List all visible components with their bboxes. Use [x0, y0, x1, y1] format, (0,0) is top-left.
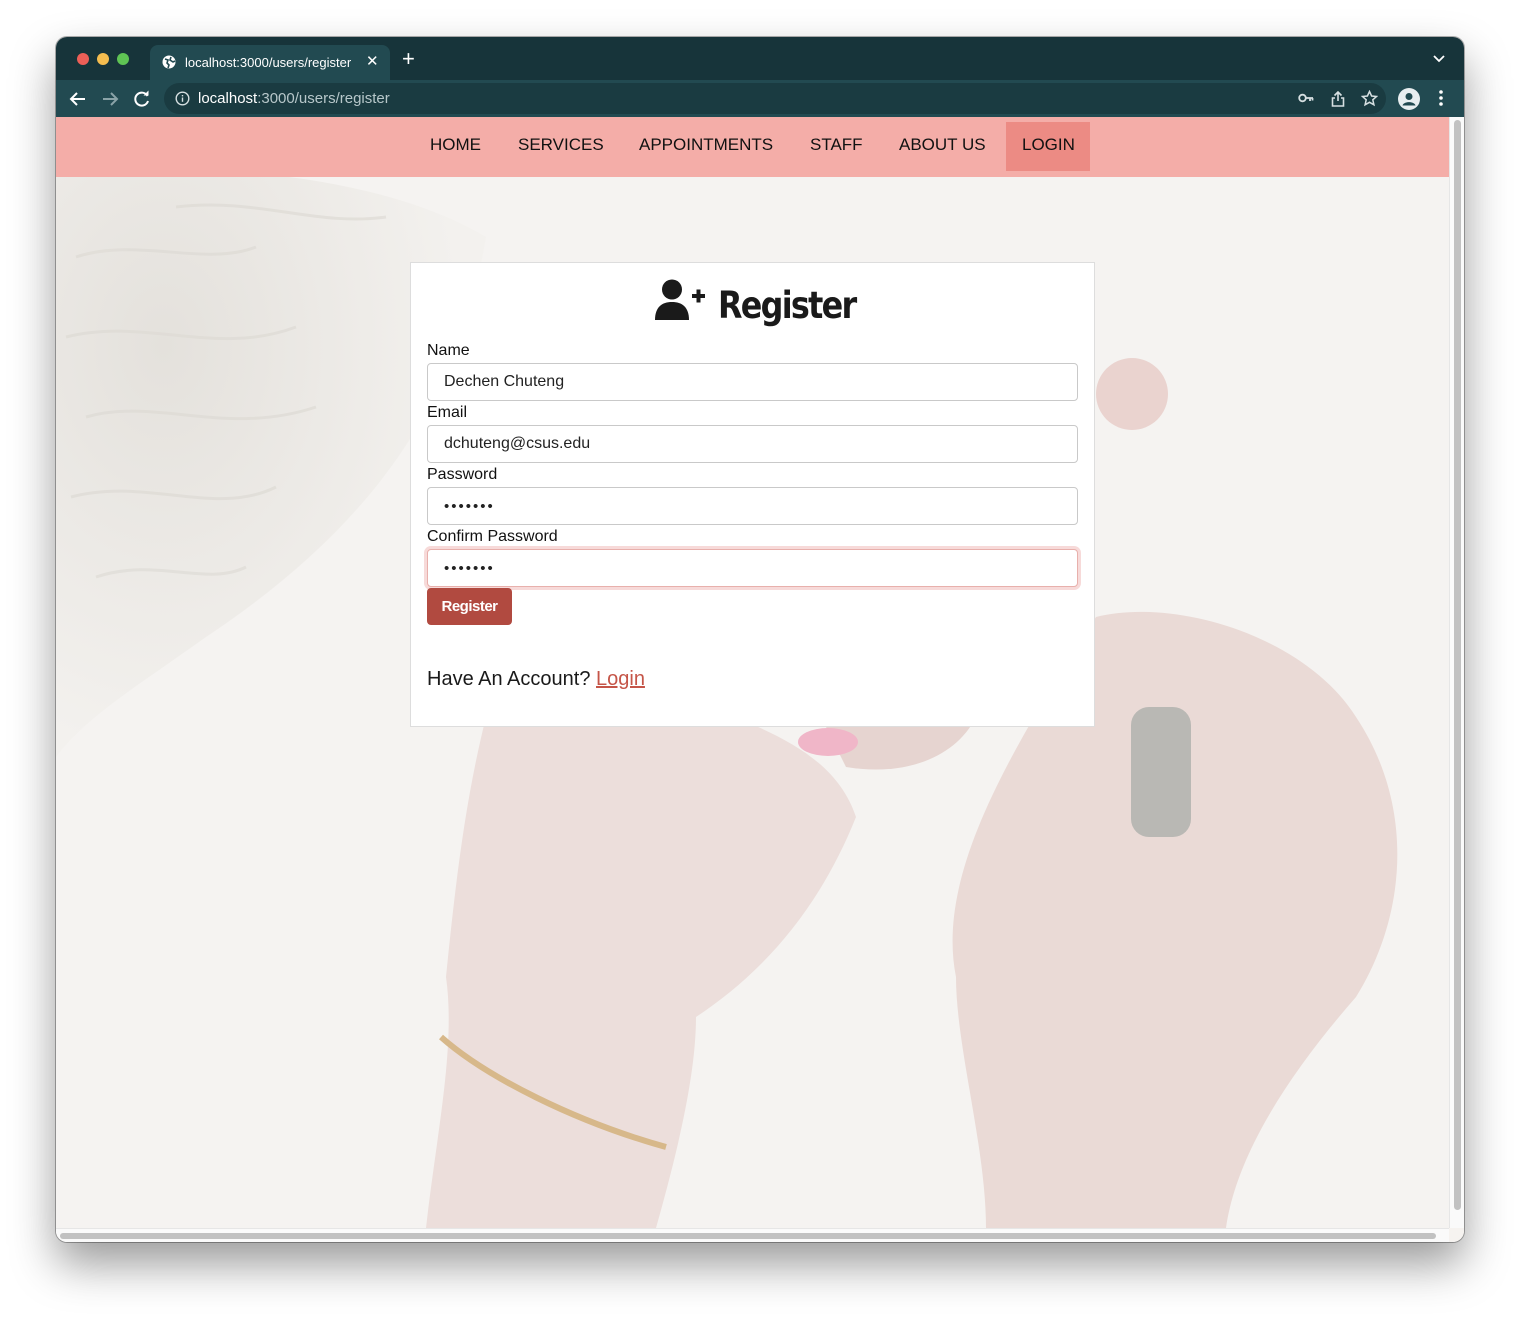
nav-about-us[interactable]: ABOUT US — [883, 122, 1002, 171]
tab-strip: localhost:3000/users/register ✕ + — [56, 37, 1464, 80]
confirm-password-field[interactable] — [427, 549, 1078, 587]
have-account-line: Have An Account? Login — [427, 668, 645, 691]
tab-title: localhost:3000/users/register — [185, 55, 352, 70]
email-label: Email — [427, 404, 468, 421]
browser-window: localhost:3000/users/register ✕ + localh… — [56, 37, 1464, 1242]
back-arrow-icon[interactable] — [67, 88, 89, 110]
vertical-scrollbar[interactable] — [1449, 117, 1464, 1228]
url-text: localhost:3000/users/register — [198, 90, 390, 107]
confirm-password-label: Confirm Password — [427, 528, 558, 545]
name-field[interactable] — [427, 363, 1078, 401]
login-link[interactable]: Login — [596, 668, 645, 690]
person-icon — [1402, 93, 1416, 106]
url-path: :3000/users/register — [257, 90, 390, 107]
reload-icon[interactable] — [131, 88, 153, 110]
close-tab-icon[interactable]: ✕ — [366, 52, 379, 70]
browser-toolbar: localhost:3000/users/register — [56, 80, 1464, 117]
new-tab-icon[interactable]: + — [402, 48, 415, 70]
globe-icon — [162, 55, 176, 69]
nav-appointments[interactable]: APPOINTMENTS — [623, 122, 789, 171]
forward-arrow-icon[interactable] — [99, 88, 121, 110]
url-host: localhost — [198, 90, 258, 107]
zoom-window-button[interactable] — [117, 53, 129, 65]
email-field[interactable] — [427, 425, 1078, 463]
name-label: Name — [427, 342, 470, 359]
address-bar[interactable]: localhost:3000/users/register — [164, 83, 1386, 114]
password-field[interactable] — [427, 487, 1078, 525]
chevron-down-icon[interactable] — [1433, 54, 1445, 64]
user-plus-icon — [655, 279, 706, 320]
info-icon[interactable] — [175, 91, 190, 106]
register-button[interactable]: Register — [427, 588, 512, 625]
password-label: Password — [427, 466, 498, 483]
have-account-text: Have An Account? — [427, 668, 591, 690]
kebab-menu-icon[interactable] — [1438, 89, 1444, 107]
share-icon[interactable] — [1331, 91, 1345, 107]
close-window-button[interactable] — [77, 53, 89, 65]
nav-services[interactable]: SERVICES — [502, 122, 620, 171]
nav-home[interactable]: HOME — [414, 122, 497, 171]
horizontal-scroll-thumb[interactable] — [60, 1233, 1436, 1239]
horizontal-scrollbar[interactable] — [56, 1228, 1449, 1242]
key-icon[interactable] — [1298, 91, 1314, 105]
page-title: Register — [717, 284, 857, 327]
bookmark-star-icon[interactable] — [1361, 90, 1378, 107]
profile-avatar[interactable] — [1398, 88, 1420, 110]
nav-login[interactable]: LOGIN — [1006, 122, 1090, 171]
register-card: Register Name Email Password Confirm Pas… — [410, 262, 1095, 727]
site-navbar: HOME SERVICES APPOINTMENTS STAFF ABOUT U… — [56, 117, 1449, 177]
register-heading: Register — [411, 279, 1096, 327]
nav-staff[interactable]: STAFF — [794, 122, 879, 171]
minimize-window-button[interactable] — [97, 53, 109, 65]
page-viewport: HOME SERVICES APPOINTMENTS STAFF ABOUT U… — [56, 117, 1464, 1242]
browser-tab[interactable]: localhost:3000/users/register ✕ — [150, 45, 390, 80]
vertical-scroll-thumb[interactable] — [1454, 120, 1461, 1210]
